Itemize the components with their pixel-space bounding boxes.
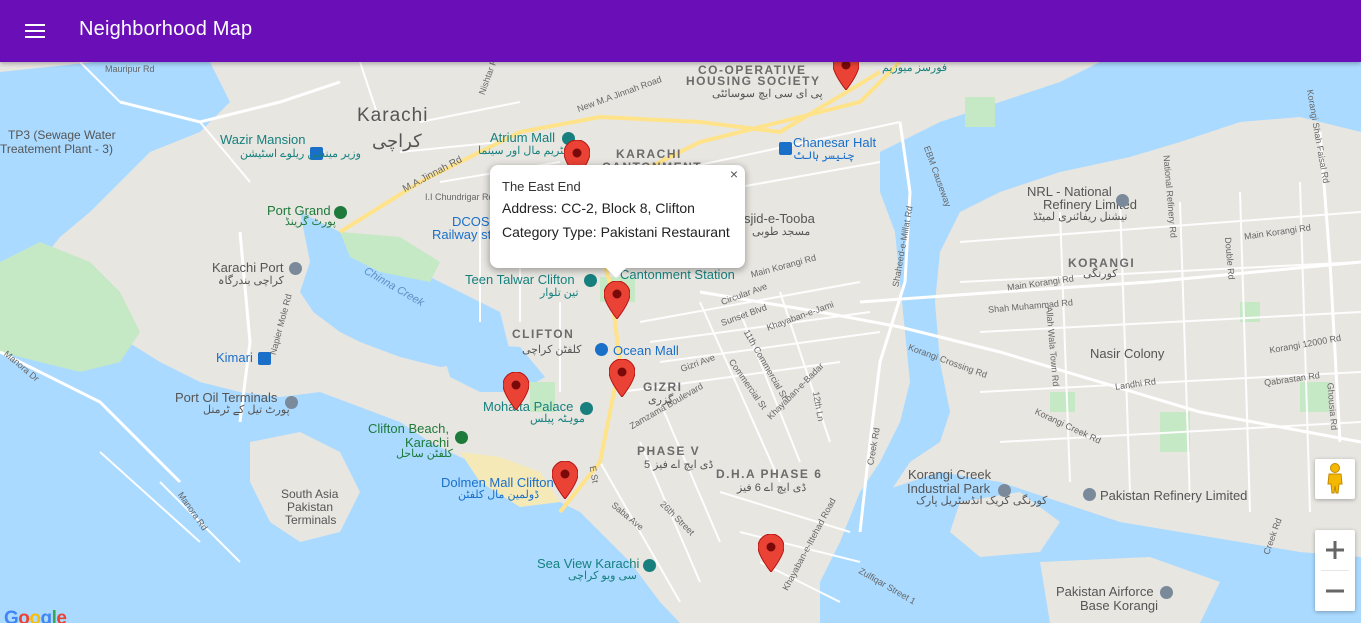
marker-forces-museum[interactable] <box>833 62 859 90</box>
label-port-grand-urdu: پورٹ گرینڈ <box>285 216 336 228</box>
label-housing-urdu: پی ای سی ایچ سوسائٹی <box>712 88 823 100</box>
label-clifton: CLIFTON <box>512 327 575 341</box>
label-gizri: GIZRI <box>643 380 683 394</box>
map-pin-icon <box>552 461 578 499</box>
road-mauripur: Mauripur Rd <box>105 64 155 74</box>
label-chanesar-urdu: چنیسر ہالٹ <box>793 150 855 162</box>
label-tp3: TP3 (Sewage Water <box>8 128 116 142</box>
label-mohatta-urdu: موہٹہ پیلس <box>530 413 585 425</box>
road-e-st: E St <box>587 465 601 484</box>
label-cantonment-station: Cantonment Station <box>620 267 735 282</box>
label-dolmen-mall: Dolmen Mall Clifton <box>441 475 554 490</box>
info-window-category: Category Type: Pakistani Restaurant <box>502 224 730 240</box>
label-masjid-tooba: sjid-e-Tooba <box>744 211 815 226</box>
road-chundrigar: I.I Chundrigar Rd <box>425 192 494 202</box>
marker-the-east-end[interactable] <box>604 281 630 319</box>
label-port-oil-urdu: پورٹ تیل کے ٹرمنل <box>203 404 290 416</box>
label-sea-view-urdu: سی ویو کراچی <box>568 570 637 582</box>
info-window: × The East End Address: CC-2, Block 8, C… <box>490 165 745 278</box>
ferry-icon <box>258 352 271 365</box>
info-window-address: Address: CC-2, Block 8, Clifton <box>502 200 695 216</box>
label-clifton-beach-urdu: کلفٹن ساحل <box>396 448 453 460</box>
label-chanesar-halt: Chanesar Halt <box>793 135 877 150</box>
label-terminals: Terminals <box>285 513 337 527</box>
place-icon <box>1160 586 1173 599</box>
label-karachi-port-urdu: کراچی بندرگاہ <box>218 275 284 287</box>
label-sea-view: Sea View Karachi <box>537 556 640 571</box>
app-title: Neighborhood Map <box>79 18 253 40</box>
info-window-title: The East End <box>502 179 581 194</box>
street-view-pegman-icon <box>1327 463 1343 494</box>
map-pin-icon <box>833 62 859 90</box>
label-wazir-mansion: Wazir Mansion <box>220 132 306 147</box>
label-pak-airforce: Pakistan Airforce <box>1056 584 1154 599</box>
label-pakistan: Pakistan <box>287 500 334 514</box>
label-atrium-urdu: ایٹریم مال اور سینما <box>478 145 570 157</box>
label-karachi-urdu: کراچی <box>372 131 422 151</box>
label-teen-talwar-urdu: تین تلوار <box>540 287 579 299</box>
app-bar: Neighborhood Map <box>0 0 1361 62</box>
map-pin-icon <box>604 281 630 319</box>
label-nrl-urdu: نیشنل ریفائنری لمیٹڈ <box>1033 211 1128 223</box>
label-karachi-cant: KARACHI <box>616 147 682 161</box>
label-pak-airforce-2: Base Korangi <box>1080 598 1159 613</box>
label-pak-refinery: Pakistan Refinery Limited <box>1100 488 1248 503</box>
label-korangi-creek-park: Korangi Creek <box>908 467 992 482</box>
beach-icon <box>455 431 468 444</box>
map-pin-icon <box>758 534 784 572</box>
plus-icon <box>1326 541 1344 559</box>
zoom-out-button[interactable] <box>1315 571 1355 611</box>
zoom-control <box>1315 530 1355 611</box>
label-dolmen-urdu: ڈولمین مال کلفٹن <box>458 489 540 501</box>
label-karachi-port: Karachi Port <box>212 260 284 275</box>
label-clifton-beach: Clifton Beach, <box>368 421 449 436</box>
label-ocean-mall: Ocean Mall <box>613 343 679 358</box>
place-icon <box>1116 194 1129 207</box>
train-station-icon <box>779 142 792 155</box>
label-clifton-urdu: کلفٹن کراچی <box>522 344 582 356</box>
label-korangi-urdu: کورنگی <box>1083 268 1118 280</box>
label-housing-society: HOUSING SOCIETY <box>686 74 821 88</box>
label-phase-v-urdu: ڈی ایچ اے فیز 5 <box>644 459 714 471</box>
street-view-pegman-button[interactable] <box>1315 459 1355 499</box>
marker-mohatta-palace[interactable] <box>503 372 529 410</box>
label-wazir-urdu: وزیر مینشن ریلوے اسٹیشن <box>240 148 361 160</box>
google-logo[interactable]: Google <box>4 608 67 623</box>
label-atrium-mall: Atrium Mall <box>490 130 556 145</box>
label-masjid-urdu: مسجد طوبی <box>752 226 811 238</box>
marker-dha-phase-6[interactable] <box>758 534 784 572</box>
zoom-in-button[interactable] <box>1315 530 1355 570</box>
port-icon <box>289 262 302 275</box>
close-icon[interactable]: × <box>727 167 741 181</box>
map-canvas[interactable]: Karachi کراچی CO-OPERATIVE HOUSING SOCIE… <box>0 62 1361 623</box>
label-kimari: Kimari <box>216 350 253 365</box>
landmark-icon <box>584 274 597 287</box>
label-forces-museum-urdu: فورسز میوزیم <box>882 62 948 74</box>
map-pin-icon <box>609 359 635 397</box>
app-root: Neighborhood Map Karachi کراچی CO-OPERAT… <box>0 0 1361 623</box>
label-dha-phase6: D.H.A PHASE 6 <box>716 467 823 481</box>
label-phase-v: PHASE V <box>637 444 701 458</box>
place-icon <box>1083 488 1096 501</box>
label-korangi-creek-park-urdu: کورنگی کریک انڈسٹریل پارک <box>916 495 1048 507</box>
label-korangi-creek-park-2: Industrial Park <box>907 481 991 496</box>
label-nasir-colony: Nasir Colony <box>1090 346 1165 361</box>
label-teen-talwar: Teen Talwar Clifton <box>465 272 575 287</box>
label-karachi: Karachi <box>357 105 429 126</box>
minus-icon <box>1326 589 1344 593</box>
map-pin-icon <box>503 372 529 410</box>
shopping-icon <box>595 343 608 356</box>
label-railway-sta: Railway sta <box>432 227 499 242</box>
marker-zamzama[interactable] <box>609 359 635 397</box>
label-tp3-line2: Treatement Plant - 3) <box>0 142 113 156</box>
label-dha-phase6-urdu: ڈی ایچ اے 6 فیز <box>737 482 807 494</box>
hamburger-menu-icon[interactable] <box>18 17 52 45</box>
label-port-oil: Port Oil Terminals <box>175 390 278 405</box>
label-south-asia: South Asia <box>281 487 339 501</box>
landmark-icon <box>643 559 656 572</box>
marker-dolmen-mall[interactable] <box>552 461 578 499</box>
